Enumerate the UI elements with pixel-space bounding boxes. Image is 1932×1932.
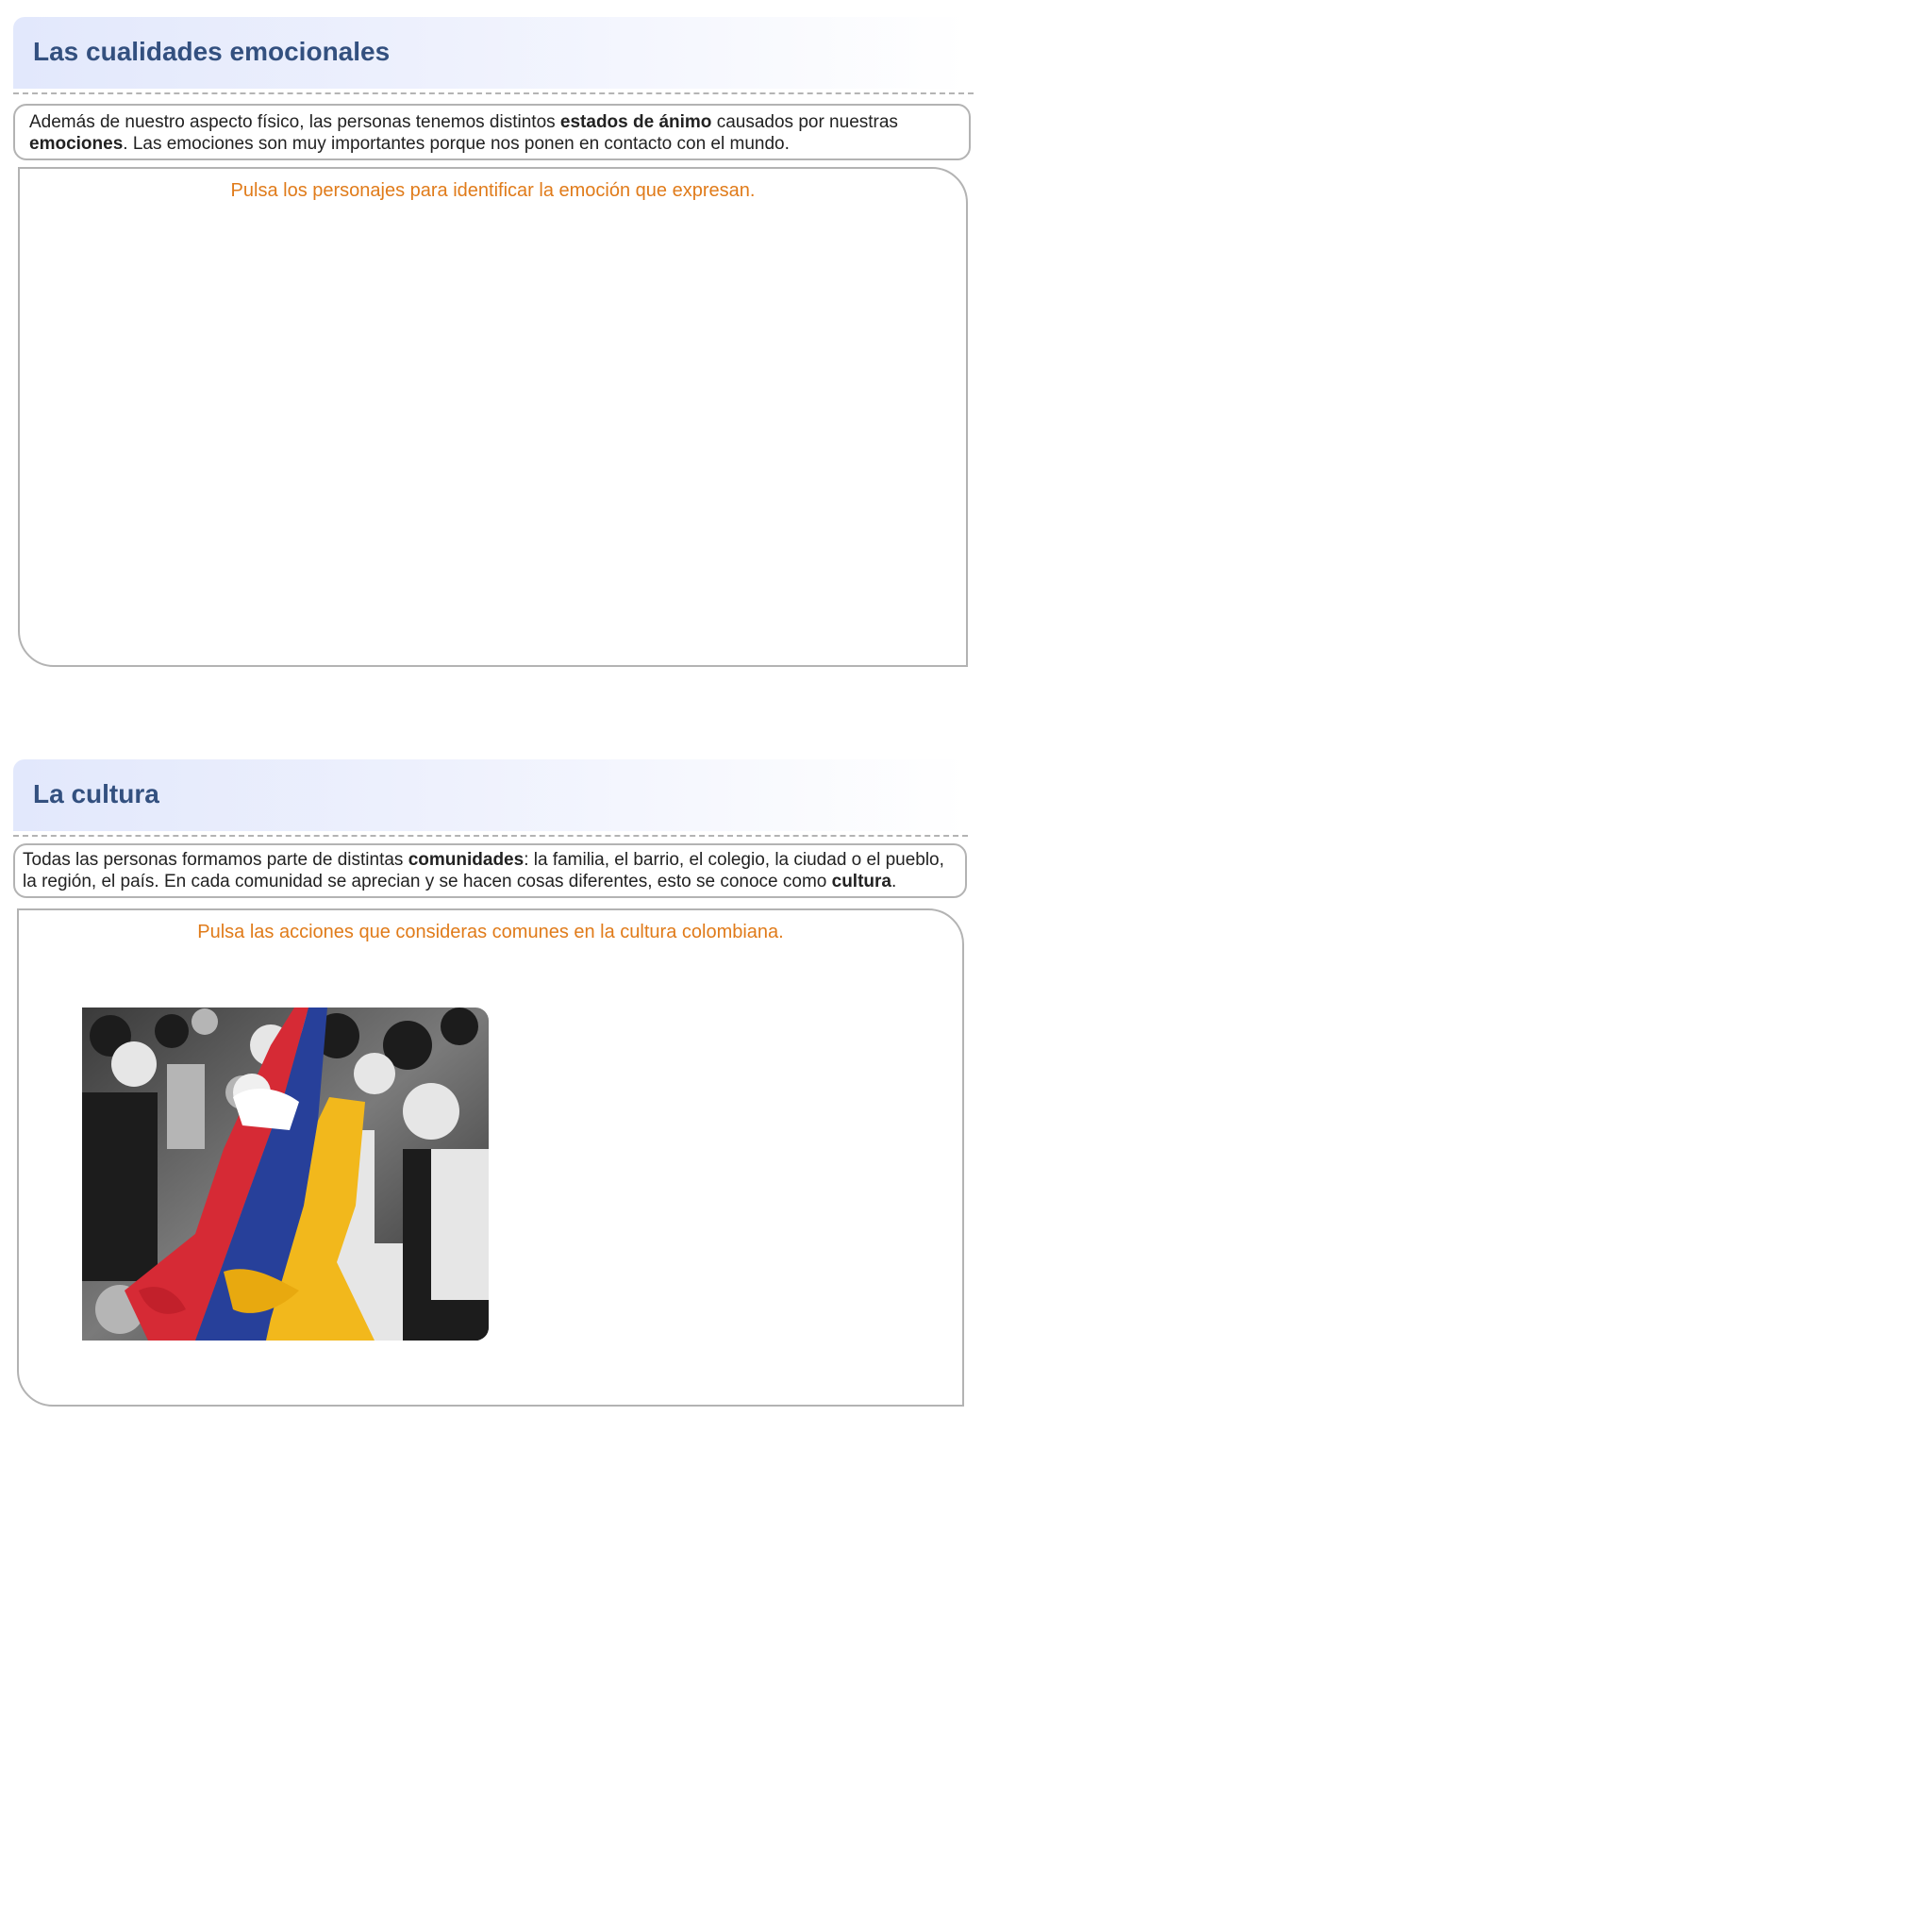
intro-bold-term: cultura: [831, 872, 891, 891]
intro-bold-term: emociones: [29, 134, 124, 154]
section-header: Las cualidades emocionales: [13, 17, 968, 89]
intro-text-run: causados por nuestras: [711, 112, 898, 132]
intro-text-run: Todas las personas formamos parte de dis…: [23, 850, 408, 870]
colombian-flag-crowd-photo[interactable]: [82, 1008, 489, 1341]
intro-text-run: . Las emociones son muy importantes porq…: [123, 134, 790, 154]
flag-crowd-illustration: [82, 1008, 489, 1341]
intro-paragraph: Todas las personas formamos parte de dis…: [23, 849, 965, 892]
dashed-divider: [13, 835, 968, 837]
intro-text-run: la región, el país. En cada comunidad se…: [23, 872, 832, 891]
activity-instruction: Pulsa las acciones que consideras comune…: [197, 922, 784, 942]
activity-panel: Pulsa las acciones que consideras comune…: [17, 908, 964, 1407]
intro-text-run: .: [891, 872, 897, 891]
intro-text-box: Además de nuestro aspecto físico, las pe…: [13, 104, 971, 160]
intro-bold-term: comunidades: [408, 850, 525, 870]
intro-text-run: Además de nuestro aspecto físico, las pe…: [29, 112, 560, 132]
intro-text-run: : la familia, el barrio, el colegio, la …: [524, 850, 944, 870]
intro-bold-term: estados de ánimo: [559, 112, 712, 132]
section-title: La cultura: [33, 779, 159, 808]
section-title: Las cualidades emocionales: [33, 37, 391, 66]
activity-instruction: Pulsa los personajes para identificar la…: [230, 180, 756, 201]
activity-panel[interactable]: Pulsa los personajes para identificar la…: [18, 167, 968, 667]
intro-paragraph: Además de nuestro aspecto físico, las pe…: [29, 111, 969, 155]
intro-text-box: Todas las personas formamos parte de dis…: [13, 843, 967, 898]
section-header: La cultura: [13, 759, 968, 831]
dashed-divider: [13, 92, 974, 94]
